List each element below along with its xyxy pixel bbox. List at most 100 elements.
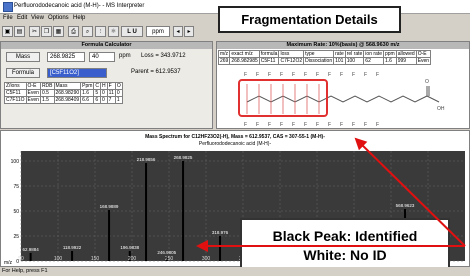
calc-row-cell: 1.6 — [80, 89, 95, 97]
svg-text:F: F — [292, 122, 295, 128]
save-icon[interactable]: ▤ — [14, 26, 25, 37]
svg-text:F: F — [328, 122, 331, 128]
calc-row-cell: 0.5 — [39, 89, 55, 97]
calc-row-cell: 268.98290 — [53, 89, 82, 97]
results-header-cell: ppm — [382, 50, 397, 58]
loss-text: Loss = 343.9712 — [141, 53, 186, 59]
formula-field[interactable]: [C5F11O2] — [47, 68, 107, 78]
svg-text:OH: OH — [437, 106, 445, 112]
svg-text:F: F — [328, 72, 331, 78]
y-tick-label: 50 — [13, 209, 19, 215]
peak-label: 196.9838 — [120, 245, 139, 250]
svg-text:F: F — [316, 122, 319, 128]
calc-header-cell: Mass — [53, 82, 82, 90]
paste-icon[interactable]: ▦ — [53, 26, 64, 37]
mass-button[interactable]: Mass — [6, 52, 40, 62]
ppm-label: ppm — [119, 53, 131, 59]
calc-header-cell: H — [100, 82, 108, 90]
x-tick-label: 50 — [18, 256, 24, 262]
molecule-icon[interactable]: ⚛ — [108, 26, 119, 37]
spectrum-peak[interactable] — [145, 163, 148, 261]
menu-file[interactable]: File — [3, 15, 13, 21]
formula-calculator: Formula Calculator Mass 268.9825 40 ppm … — [0, 41, 213, 129]
calc-row-cell: 1 — [114, 96, 123, 104]
svg-text:F: F — [340, 72, 343, 78]
copy-icon[interactable]: ❐ — [41, 26, 52, 37]
results-header: Maximum Rate: 10%(basis) @ 568.9630 m/z — [217, 42, 469, 49]
svg-text:F: F — [292, 72, 295, 78]
spectrum-peak[interactable] — [108, 210, 111, 261]
y-tick-label: 25 — [13, 234, 19, 240]
results-header-cell: m/z — [217, 50, 231, 58]
print-icon[interactable]: ⎙ — [68, 26, 79, 37]
calc-row-cell: 0 — [100, 96, 108, 104]
x-tick-label: 150 — [91, 256, 100, 262]
svg-text:F: F — [244, 72, 247, 78]
svg-text:F: F — [256, 72, 259, 78]
lu-button[interactable]: L U — [121, 26, 143, 37]
window-title: Perfluorododecanoic acid (M-H)- - MS Int… — [14, 3, 145, 9]
fragmentation-callout: Fragmentation Details — [218, 6, 401, 33]
spectrum-peak[interactable] — [182, 161, 185, 261]
calc-header-cell: RDB — [39, 82, 55, 90]
menu-help[interactable]: Help — [73, 15, 85, 21]
svg-text:F: F — [244, 122, 247, 128]
cut-icon[interactable]: ✂ — [29, 26, 40, 37]
peak-label: 168.9889 — [100, 204, 119, 209]
results-header-cell: rel rate — [344, 50, 365, 58]
spectrum-peak[interactable] — [219, 236, 222, 261]
fragment-results-panel: Maximum Rate: 10%(basis) @ 568.9630 m/z … — [216, 41, 470, 129]
calc-row-cell: 0 — [114, 89, 123, 97]
spectrum-subtitle: Perfluorododecanoic acid (M-H)- — [199, 141, 272, 147]
menu-options[interactable]: Options — [48, 15, 69, 21]
results-header-cell: allowed — [395, 50, 417, 58]
perfluoro-chain — [246, 86, 440, 103]
next-icon[interactable]: ▸ — [184, 26, 194, 37]
calc-header-cell: O — [114, 82, 123, 90]
unit-select[interactable]: ppm — [146, 26, 170, 37]
svg-text:F: F — [280, 72, 283, 78]
svg-text:F: F — [376, 72, 379, 78]
peak-label: 246.9805 — [157, 250, 176, 255]
menu-edit[interactable]: Edit — [17, 15, 27, 21]
menu-view[interactable]: View — [31, 15, 44, 21]
mass-field[interactable]: 268.9825 — [47, 52, 85, 62]
results-header-cell: exact m/z — [229, 50, 260, 58]
spectrum-icon[interactable]: ⫶ — [95, 26, 106, 37]
spectrum-peak[interactable] — [29, 253, 32, 261]
spectrum-peak[interactable] — [71, 251, 74, 261]
results-header-cell: formula — [258, 50, 280, 58]
calc-header-cell: Ppm — [80, 82, 95, 90]
fragment-table: m/z exact m/z formula loss type rate rel rate i… — [217, 50, 432, 65]
spectrum-title: Mass Spectrum for C12HF23O2(-H), Mass = … — [145, 134, 325, 140]
cleaved-fragment — [238, 79, 328, 117]
svg-text:F: F — [268, 72, 271, 78]
svg-text:F: F — [352, 72, 355, 78]
svg-text:F: F — [364, 72, 367, 78]
peak-legend-callout: Black Peak: Identified White: No ID — [240, 218, 450, 271]
results-header-cell: loss — [278, 50, 305, 58]
open-icon[interactable]: ▣ — [2, 26, 13, 37]
app-icon — [3, 2, 13, 12]
svg-text:F: F — [256, 122, 259, 128]
calc-row-cell: Even — [25, 89, 41, 97]
svg-text:F: F — [316, 72, 319, 78]
legend-line-unidentified: White: No ID — [303, 247, 387, 263]
svg-text:F: F — [304, 122, 307, 128]
svg-text:F: F — [304, 72, 307, 78]
zoom-icon[interactable]: ⌕ — [82, 26, 93, 37]
prev-icon[interactable]: ◂ — [173, 26, 183, 37]
status-bar: For Help, press F1 — [0, 267, 470, 276]
calc-header-cell: Z/ions — [4, 82, 27, 90]
results-header-cell: O-E — [415, 50, 432, 58]
peak-label: 268.9825 — [174, 155, 193, 160]
results-header-cell: type — [303, 50, 335, 58]
calc-row-cell: 11 — [106, 89, 116, 97]
parent-text: Parent = 612.9537 — [131, 69, 181, 75]
menu-bar: File Edit View Options Help — [0, 14, 215, 24]
tolerance-field[interactable]: 40 — [89, 52, 115, 62]
x-tick-label: 200 — [128, 256, 137, 262]
results-header-cell: rate — [333, 50, 346, 58]
svg-text:F: F — [268, 122, 271, 128]
formula-button[interactable]: Formula — [6, 68, 40, 78]
